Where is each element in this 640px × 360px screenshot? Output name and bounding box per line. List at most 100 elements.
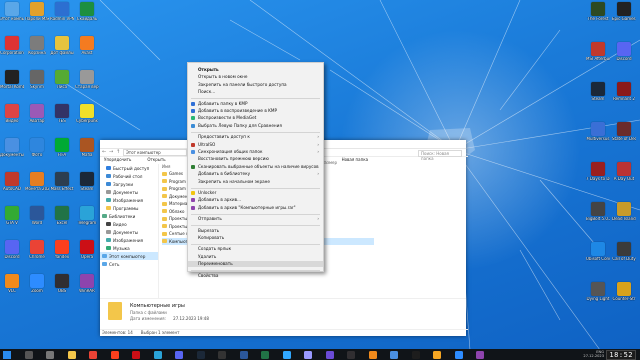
desktop-icon[interactable]: Пароли Макан [25,2,49,32]
desktop-icon[interactable]: Mass Effect [50,172,74,202]
discord-icon[interactable] [175,350,183,359]
context-menu-item[interactable]: Предоставить доступ к › [188,134,323,140]
desktop-icon[interactable]: FIFA [50,138,74,168]
desktop-icon[interactable]: Лиса [50,70,74,100]
desktop-icon[interactable]: Discord [612,42,636,72]
steam-icon[interactable] [196,350,205,359]
tray-info[interactable]: ENG 27.12.2023 [583,350,604,358]
desktop-icon[interactable]: Opera [75,240,99,270]
telegram-icon[interactable] [153,350,162,359]
chrome-icon[interactable] [89,350,97,359]
context-menu-item[interactable]: Открыть [188,67,323,73]
nav-item[interactable]: Библиотеки [100,212,158,220]
forward-arrow-icon[interactable]: → [109,150,114,155]
desktop-icon[interactable]: Документы [0,138,24,168]
desktop-icon[interactable]: Скайдаль [75,2,99,32]
word-icon[interactable] [239,350,248,359]
nav-item[interactable]: Загрузки [100,180,158,188]
desktop-icon[interactable]: Steam [75,172,99,202]
vegas-icon[interactable] [411,350,420,359]
desktop-icon[interactable]: Multiversus [586,122,610,152]
after-effects-icon[interactable] [325,350,334,359]
desktop-icon[interactable]: Telegram [75,206,99,236]
desktop-icon[interactable]: Видео [0,104,24,134]
desktop-icon[interactable]: Mafia [75,138,99,168]
desktop-icon[interactable]: A Day Out [612,162,636,192]
photoshop-icon[interactable] [282,350,291,359]
nav-item[interactable]: Быстрый доступ [100,164,158,172]
context-menu-item[interactable]: Свойства [188,273,323,279]
context-menu-item[interactable]: Добавить в воспроизведение в KMP [188,108,323,114]
context-menu-item[interactable]: Выбрать Левую Папку для Сравнения [188,123,323,129]
open-button[interactable]: Открыть [147,157,165,163]
nav-item[interactable]: Изображения [100,196,158,204]
audacity-icon[interactable] [433,350,441,359]
up-arrow-icon[interactable]: ↑ [116,150,121,155]
context-menu-item[interactable]: Удалить [188,254,323,260]
desktop-icon[interactable]: State of Decay 2 [612,122,636,152]
notepad-icon[interactable] [390,350,398,359]
excel-icon[interactable] [261,350,269,359]
context-menu-item[interactable]: Создать ярлык [188,246,323,252]
desktop-icon[interactable]: Cyberpunk [75,104,99,134]
desktop-icon[interactable]: Фото [25,138,49,168]
context-menu-item[interactable]: Закрепить на начальном экране [188,179,323,185]
desktop-icon[interactable]: Excel [50,206,74,236]
desktop-icon[interactable]: Discord [0,240,24,270]
explorer-icon[interactable] [67,350,76,359]
context-menu-item[interactable]: Добавить папку в KMP [188,101,323,107]
desktop-icon[interactable]: Mortal Kombat [0,70,24,100]
opera-icon[interactable] [132,350,140,359]
desktop-icon[interactable]: MSI Afterburner [586,42,610,72]
context-menu-item[interactable]: Восстановить прежнюю версию [188,156,323,162]
obs-icon[interactable] [347,350,355,359]
context-menu-item[interactable]: Вырезать [188,228,323,234]
context-menu-item[interactable]: UltraISO › [188,142,323,148]
nav-item[interactable]: Рабочий стол [100,172,158,180]
desktop-icon[interactable]: Counter-Str [612,282,636,312]
desktop-icon[interactable]: Dead Island 2 [612,202,636,232]
clock[interactable]: 18:52 [606,350,636,360]
desktop-icon[interactable]: WinRAR [75,274,99,304]
column-header-size[interactable]: Размер [322,160,462,190]
desktop-icon[interactable]: Аватар [25,104,49,134]
desktop-icon[interactable]: Dying Light [586,282,610,312]
desktop-icon[interactable]: TES [50,104,74,134]
context-menu-item[interactable]: Закрепить на панели быстрого доступа [188,82,323,88]
desktop-icon[interactable]: Epic Games Launcher [612,2,636,32]
context-menu-item[interactable]: Отправить › [188,216,323,222]
back-arrow-icon[interactable]: ← [102,150,107,155]
desktop-icon[interactable]: Yandex [50,240,74,270]
zoom-icon[interactable] [454,350,463,359]
desktop-icon[interactable]: The Forest [586,2,610,32]
desktop-icon[interactable]: BigBolt 5.0.2 [586,202,610,232]
nav-item[interactable]: Видео [100,220,158,228]
desktop-icon[interactable]: Ubisoft Connect [586,242,610,272]
nav-item[interactable]: Документы [100,188,158,196]
start-icon[interactable] [3,350,11,359]
epic-icon[interactable] [218,350,226,359]
nav-item[interactable]: Изображения [100,236,158,244]
address-bar[interactable]: Этот компьютер [123,149,187,156]
desktop-icon[interactable]: Старая версия [75,70,99,100]
context-menu-item[interactable]: Копировать [188,235,323,241]
desktop-icon[interactable]: Word [25,206,49,236]
desktop-icon[interactable]: Remnant 2 [612,82,636,112]
desktop-icon[interactable]: Chrome [25,240,49,270]
nav-item[interactable]: Сеть [100,260,158,268]
context-menu-item[interactable]: Воспроизвести в MediaGet [188,115,323,121]
vlc-icon[interactable] [368,350,377,359]
desktop-icon[interactable]: Skyrim [25,70,49,100]
search-icon[interactable] [24,350,33,359]
desktop-icon[interactable]: Этот компьютер [0,2,24,32]
nav-item[interactable]: Документы [100,228,158,236]
desktop-icon[interactable]: Call of Duty [612,242,636,272]
desktop-icon[interactable]: Дот файлы [50,36,74,66]
context-menu-item[interactable]: Добавить в архив "Компьютерные игры.rar" [188,205,323,211]
context-menu-item[interactable]: Открыть в новом окне [188,74,323,80]
winrar-icon[interactable] [476,350,484,359]
organize-button[interactable]: Упорядочить [104,157,131,163]
context-menu-item[interactable]: Сканировать выбранные объекты на наличие… [188,164,323,170]
context-menu-item[interactable]: Переименовать [188,261,323,268]
context-menu-item[interactable]: Синхронизация общих папок › [188,149,323,155]
